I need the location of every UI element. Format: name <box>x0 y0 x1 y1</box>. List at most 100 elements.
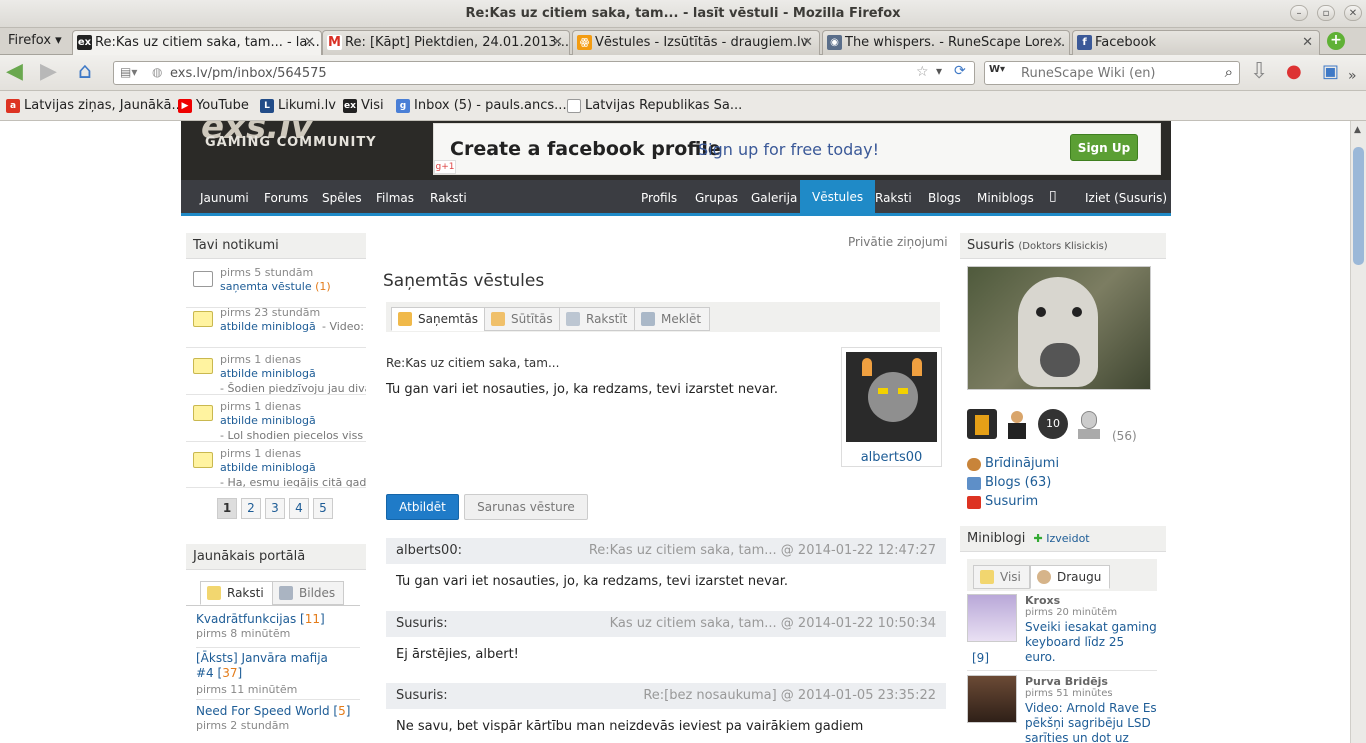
miniblog-author[interactable]: Purva Bridējs <box>1025 675 1108 688</box>
nav-blogs[interactable]: Blogs <box>928 191 961 205</box>
minimize-icon[interactable]: – <box>1290 5 1308 21</box>
new-tab-icon[interactable]: + <box>1327 32 1345 50</box>
tab-close-icon[interactable]: ✕ <box>1302 31 1313 54</box>
tab-close-icon[interactable]: ✕ <box>1052 31 1063 54</box>
tab-exs[interactable]: ex Re:Kas uz citiem saka, tam... - la...… <box>72 30 322 56</box>
tab-close-icon[interactable]: ✕ <box>304 31 315 54</box>
link-youtube[interactable]: Susurim <box>967 494 1038 509</box>
tab-sent[interactable]: Sūtītās <box>484 307 562 331</box>
badge-gentleman[interactable] <box>1002 409 1032 439</box>
tab-search[interactable]: Meklēt <box>634 307 711 331</box>
profile-username[interactable]: Susuris <box>967 238 1014 253</box>
facebook-ad[interactable]: Create a facebook profile Sign up for fr… <box>433 123 1161 175</box>
tab-inbox[interactable]: Saņemtās <box>391 307 487 331</box>
page-4[interactable]: 4 <box>289 498 309 519</box>
tab-close-icon[interactable]: ✕ <box>802 31 813 54</box>
bookmark-item[interactable]: ex Visi <box>343 98 384 113</box>
nav-raksti-user[interactable]: Raksti <box>875 191 912 205</box>
close-window-icon[interactable]: ✕ <box>1344 5 1362 21</box>
portal-item-title[interactable]: Kvadrātfunkcijas <box>196 612 296 626</box>
miniblog-author[interactable]: Kroxs <box>1025 594 1060 607</box>
tab-gmail[interactable]: M Re: [Kāpt] Piektdien, 24.01.2013... ✕ <box>322 30 570 55</box>
link-warnings[interactable]: Brīdinājumi <box>967 456 1059 471</box>
bookmark-item[interactable]: Latvijas Republikas Sa... <box>567 98 742 113</box>
search-icon[interactable]: ⌕ <box>1225 63 1233 81</box>
url-input[interactable] <box>170 64 870 82</box>
badge-count[interactable]: (56) <box>1112 429 1137 443</box>
history-author[interactable]: Susuris: <box>396 688 448 703</box>
badge-level[interactable]: 10 <box>1038 409 1068 439</box>
event-link[interactable]: atbilde miniblogā <box>220 461 316 474</box>
forward-icon[interactable]: ▶ <box>40 61 57 83</box>
tab-draugiem[interactable]: ꙮ Vēstules - Izsūtītās - draugiem.lv ✕ <box>572 30 820 55</box>
flash-icon[interactable]: ● <box>1286 61 1302 83</box>
document-icon[interactable]: ▯ <box>1049 188 1057 204</box>
event-link[interactable]: atbilde miniblogā <box>220 367 316 380</box>
nav-speles[interactable]: Spēles <box>322 191 362 205</box>
event-item[interactable]: pirms 23 stundām atbilde miniblogā - Vid… <box>186 301 366 348</box>
firefox-menu-button[interactable]: Firefox ▾ <box>0 28 68 55</box>
bookmark-item[interactable]: a Latvijas ziņas, Jaunākā... <box>6 98 184 113</box>
history-dropdown-icon[interactable]: ▾ <box>936 64 942 78</box>
miniblog-avatar[interactable] <box>967 594 1017 642</box>
history-author[interactable]: alberts00: <box>396 543 462 558</box>
portal-item[interactable]: Need For Speed World [5] pirms 2 stundām <box>196 704 350 732</box>
sender-avatar[interactable] <box>846 352 937 442</box>
sender-name[interactable]: alberts00 <box>842 450 941 465</box>
event-item[interactable]: pirms 1 dienas atbilde miniblogā - Lol s… <box>186 395 366 442</box>
history-button[interactable]: Sarunas vēsture <box>464 494 588 520</box>
sender-card[interactable]: alberts00 <box>841 347 942 467</box>
history-author[interactable]: Susuris: <box>396 616 448 631</box>
badge-sword[interactable] <box>967 409 997 439</box>
overflow-icon[interactable]: » <box>1348 65 1357 87</box>
bookmark-item[interactable]: ▶ YouTube <box>178 98 249 113</box>
create-miniblog-link[interactable]: ✚ Izveidot <box>1034 532 1090 545</box>
page-1[interactable]: 1 <box>217 498 237 519</box>
badge-portrait[interactable] <box>1074 409 1104 439</box>
miniblog-count[interactable]: [9] <box>972 651 989 665</box>
gplus-button[interactable]: g+1 <box>434 160 456 174</box>
ad-signup-button[interactable]: Sign Up <box>1070 134 1138 161</box>
portal-tab-raksti[interactable]: Raksti <box>200 581 273 605</box>
ad-subline[interactable]: Sign up for free today! <box>698 140 879 159</box>
nav-forums[interactable]: Forums <box>264 191 308 205</box>
url-bar[interactable]: ▤▾ ◍ ☆ ▾ ⟳ <box>113 61 975 85</box>
bookmark-item[interactable]: g Inbox (5) - pauls.ancs... <box>396 98 567 113</box>
link-blogs[interactable]: Blogs (63) <box>967 475 1051 490</box>
tab-close-icon[interactable]: ✕ <box>552 31 563 54</box>
miniblog-text[interactable]: Video: Arnold Rave Es pēkšņi sagribēju L… <box>1025 701 1157 743</box>
page-3[interactable]: 3 <box>265 498 285 519</box>
event-link[interactable]: atbilde miniblogā <box>220 320 316 333</box>
portal-item-title[interactable]: [Āksts] Janvāra mafija #4 <box>196 651 328 680</box>
search-bar[interactable]: W▾ ⌕ <box>984 61 1240 85</box>
portal-item-title[interactable]: Need For Speed World <box>196 704 330 718</box>
reply-button[interactable]: Atbildēt <box>386 494 459 520</box>
download-icon[interactable]: ⇩ <box>1250 61 1268 83</box>
search-engine-icon[interactable]: W▾ <box>989 64 1005 75</box>
nav-galerija[interactable]: Galerija <box>751 191 797 205</box>
back-icon[interactable]: ◀ <box>6 61 23 83</box>
nav-profils[interactable]: Profils <box>641 191 677 205</box>
miniblog-item[interactable]: Purva Bridējs pirms 51 minūtes Video: Ar… <box>967 675 1157 743</box>
portal-item[interactable]: Kvadrātfunkcijas [11] pirms 8 minūtēm <box>196 612 325 640</box>
breadcrumb[interactable]: Privātie ziņojumi <box>848 235 948 249</box>
portal-item[interactable]: [Āksts] Janvāra mafija #4 [37] pirms 11 … <box>196 651 336 697</box>
reload-icon[interactable]: ⟳ <box>954 63 966 79</box>
extension-icon[interactable]: ▣ <box>1322 61 1339 83</box>
event-item[interactable]: pirms 1 dienas atbilde miniblogā - Šodie… <box>186 348 366 395</box>
nav-jaunumi[interactable]: Jaunumi <box>200 191 249 205</box>
tab-facebook[interactable]: f Facebook ✕ <box>1072 30 1320 55</box>
event-item[interactable]: pirms 1 dienas atbilde miniblogā - Ha, e… <box>186 442 366 488</box>
home-icon[interactable]: ⌂ <box>78 61 92 83</box>
nav-filmas[interactable]: Filmas <box>376 191 414 205</box>
tab-compose[interactable]: Rakstīt <box>559 307 637 331</box>
page-scrollbar[interactable]: ▲ <box>1350 121 1366 743</box>
nav-raksti[interactable]: Raksti <box>430 191 467 205</box>
profile-avatar[interactable] <box>967 266 1151 390</box>
portal-tab-bildes[interactable]: Bildes <box>272 581 345 605</box>
miniblog-item[interactable]: Kroxs pirms 20 minūtēm Sveiki iesakat ga… <box>967 594 1157 665</box>
bookmark-item[interactable]: L Likumi.lv <box>260 98 336 113</box>
page-2[interactable]: 2 <box>241 498 261 519</box>
search-input[interactable] <box>1021 64 1211 82</box>
miniblog-tab-friends[interactable]: Draugu <box>1030 565 1111 589</box>
